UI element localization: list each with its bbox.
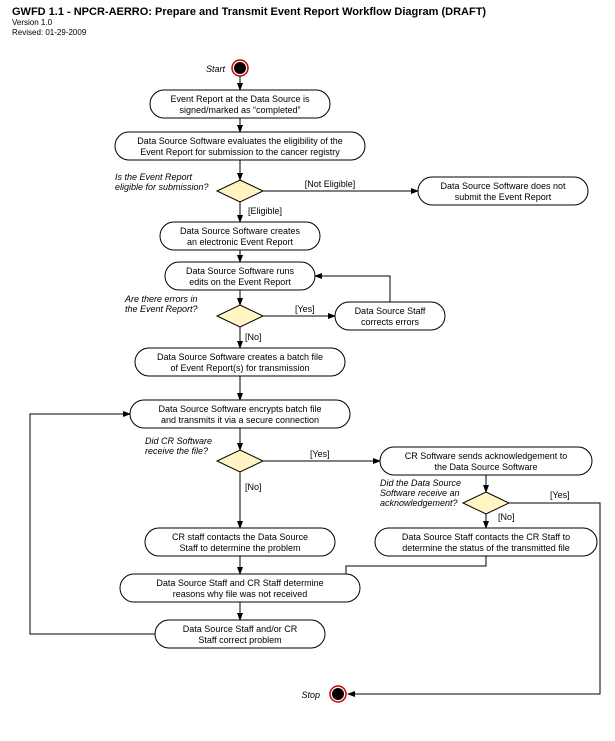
lbl-no-recv: [No] — [245, 482, 262, 492]
lbl-not-eligible: [Not Eligible] — [305, 179, 356, 189]
svg-text:receive the file?: receive the file? — [145, 446, 208, 456]
svg-text:Data Source Software encrypts: Data Source Software encrypts batch file — [158, 404, 321, 414]
svg-text:Staff to determine the problem: Staff to determine the problem — [180, 543, 301, 553]
svg-text:acknowledgement?: acknowledgement? — [380, 498, 458, 508]
start-node — [234, 62, 246, 74]
stop-label: Stop — [301, 690, 320, 700]
svg-text:Data Source Software does not: Data Source Software does not — [440, 181, 566, 191]
lbl-no-errors: [No] — [245, 332, 262, 342]
lbl-yes-recv: [Yes] — [310, 449, 330, 459]
svg-text:Event Report at the Data Sourc: Event Report at the Data Source is — [170, 94, 310, 104]
lbl-yes-errors: [Yes] — [295, 304, 315, 314]
decision-ack — [463, 492, 509, 514]
svg-text:reasons why file was not recei: reasons why file was not received — [173, 589, 308, 599]
lbl-yes-ack: [Yes] — [550, 490, 570, 500]
svg-text:corrects errors: corrects errors — [361, 317, 420, 327]
lbl-no-ack: [No] — [498, 512, 515, 522]
svg-text:and transmits it via a secure: and transmits it via a secure connection — [161, 415, 319, 425]
svg-text:Staff correct problem: Staff correct problem — [198, 635, 281, 645]
svg-text:of Event Report(s) for transmi: of Event Report(s) for transmission — [170, 363, 309, 373]
svg-text:the Event Report?: the Event Report? — [125, 304, 198, 314]
q-receive: Did CR Software — [145, 436, 212, 446]
lbl-eligible: [Eligible] — [248, 206, 282, 216]
svg-text:Data Source Software creates: Data Source Software creates — [180, 226, 301, 236]
svg-text:the Data Source Software: the Data Source Software — [434, 462, 537, 472]
svg-text:Data Source Software runs: Data Source Software runs — [186, 266, 295, 276]
q-eligibility: Is the Event Report — [115, 172, 193, 182]
svg-text:Data Source Staff and/or CR: Data Source Staff and/or CR — [183, 624, 298, 634]
workflow-diagram: Start Event Report at the Data Source is… — [0, 0, 615, 741]
svg-text:Event Report for submission to: Event Report for submission to the cance… — [140, 147, 340, 157]
svg-text:Data Source Staff and CR Staff: Data Source Staff and CR Staff determine — [156, 578, 323, 588]
svg-text:an electronic Event Report: an electronic Event Report — [187, 237, 294, 247]
svg-text:Data Source Staff contacts the: Data Source Staff contacts the CR Staff … — [402, 532, 570, 542]
decision-receive — [217, 450, 263, 472]
svg-text:Data Source Software evaluates: Data Source Software evaluates the eligi… — [137, 136, 343, 146]
svg-text:Data Source Software creates a: Data Source Software creates a batch fil… — [157, 352, 323, 362]
svg-text:Data Source Staff: Data Source Staff — [355, 306, 426, 316]
svg-text:edits on the Event Report: edits on the Event Report — [189, 277, 291, 287]
q-errors: Are there errors in — [124, 294, 198, 304]
svg-text:CR staff contacts the Data Sou: CR staff contacts the Data Source — [172, 532, 308, 542]
start-label: Start — [206, 64, 226, 74]
svg-text:submit the Event Report: submit the Event Report — [455, 192, 552, 202]
stop-node — [332, 688, 344, 700]
svg-text:eligible for submission?: eligible for submission? — [115, 182, 209, 192]
decision-errors — [217, 305, 263, 327]
svg-text:CR Software sends acknowledgem: CR Software sends acknowledgement to — [405, 451, 568, 461]
svg-text:Software receive an: Software receive an — [380, 488, 460, 498]
svg-text:determine the status of the tr: determine the status of the transmitted … — [402, 543, 570, 553]
decision-eligibility — [217, 180, 263, 202]
svg-text:signed/marked as “completed”: signed/marked as “completed” — [179, 105, 300, 115]
q-ack: Did the Data Source — [380, 478, 461, 488]
